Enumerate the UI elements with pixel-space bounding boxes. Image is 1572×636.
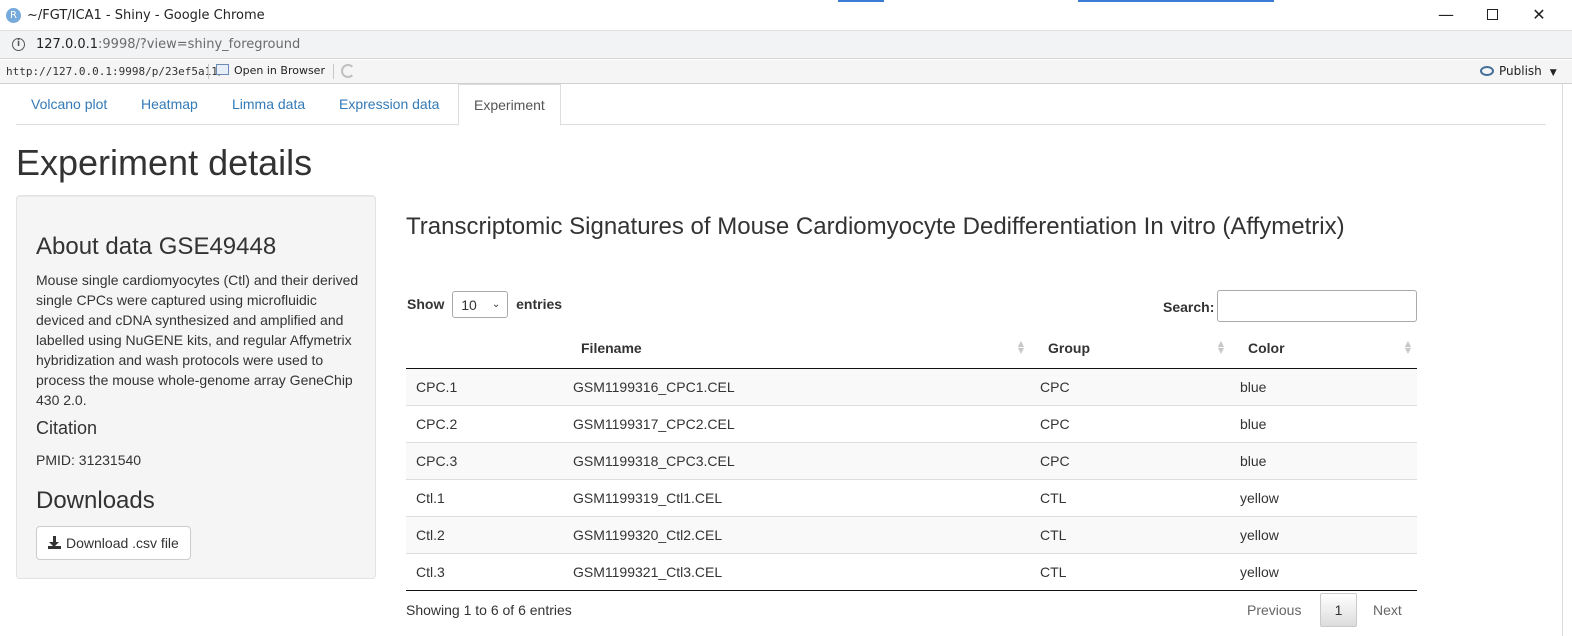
toolbar-divider [208,64,209,79]
publish-button[interactable]: Publish ▼ [1480,64,1557,78]
r-app-icon: R [6,8,21,23]
sidebar-panel: About data GSE49448 Mouse single cardiom… [16,195,376,579]
table-row[interactable]: CPC.2 GSM1199317_CPC2.CEL CPC blue [406,404,1417,442]
table-cell: GSM1199317_CPC2.CEL [563,404,1030,442]
minimize-button[interactable]: — [1434,4,1458,26]
table-row[interactable]: Ctl.3 GSM1199321_Ctl3.CEL CTL yellow [406,552,1417,591]
toolbar-divider [333,64,334,79]
chevron-down-icon: ▼ [1549,68,1557,78]
table-cell: CPC.3 [406,441,563,479]
column-header-filename[interactable]: Filename ▲ ▼ [563,328,1030,369]
open-in-browser-button[interactable]: Open in Browser [216,64,325,77]
table-cell: blue [1230,368,1417,405]
table-cell: CPC.2 [406,404,563,442]
site-info-icon[interactable]: i [12,38,25,51]
table-cell: Ctl.3 [406,552,563,591]
table-cell: GSM1199318_CPC3.CEL [563,441,1030,479]
citation-heading: Citation [36,418,98,438]
table-cell: CTL [1030,515,1230,553]
tab-heatmap[interactable]: Heatmap [126,84,213,125]
table-cell: yellow [1230,515,1417,553]
pagination-next[interactable]: Next [1373,602,1402,618]
sort-icon: ▲ ▼ [1404,339,1411,355]
downloads-heading: Downloads [36,487,155,514]
column-header-group[interactable]: Group ▲ ▼ [1030,328,1230,369]
download-icon [48,536,61,549]
table-row[interactable]: CPC.3 GSM1199318_CPC3.CEL CPC blue [406,441,1417,479]
window-titlebar: R ~/FGT/ICA1 - Shiny - Google Chrome — ✕ [0,0,1572,31]
column-header-rowname[interactable] [406,328,563,369]
chevron-down-icon: ⌄ [491,299,501,310]
viewer-toolbar: http://127.0.0.1:9998/p/23ef5a11/ Open i… [0,60,1572,84]
taskbar-highlight [1078,0,1274,2]
download-csv-label: Download .csv file [66,535,179,551]
entries-select[interactable]: 10 ⌄ [452,291,509,318]
length-show-label: Show [407,296,445,312]
table-row[interactable]: Ctl.2 GSM1199320_Ctl2.CEL CTL yellow [406,515,1417,553]
sort-icon: ▲ ▼ [1017,339,1024,355]
table-cell: Ctl.2 [406,515,563,553]
experiment-table: Filename ▲ ▼ Group ▲ ▼ Color ▲ ▼ CPC.1 GSM1199… [406,328,1417,591]
column-header-color[interactable]: Color ▲ ▼ [1230,328,1417,369]
table-cell: yellow [1230,478,1417,516]
table-cell: CPC [1030,404,1230,442]
publish-label: Publish [1499,64,1542,78]
open-in-browser-label: Open in Browser [234,64,325,77]
sort-icon: ▲ ▼ [1217,339,1224,355]
tab-volcano-plot[interactable]: Volcano plot [16,84,122,125]
table-info: Showing 1 to 6 of 6 entries [406,602,572,618]
tab-expression-data[interactable]: Expression data [324,84,454,125]
table-row[interactable]: CPC.1 GSM1199316_CPC1.CEL CPC blue [406,368,1417,405]
url-host: 127.0.0.1 [36,37,99,52]
length-entries-label: entries [516,296,563,312]
table-row[interactable]: Ctl.1 GSM1199319_Ctl1.CEL CTL yellow [406,478,1417,516]
url-path: :9998/?view=shiny_foreground [98,37,301,52]
publish-icon [1480,66,1494,76]
taskbar-highlight [838,0,884,2]
maximize-icon [1486,8,1498,20]
close-button[interactable]: ✕ [1527,4,1551,26]
viewer-url: http://127.0.0.1:9998/p/23ef5a11/ [6,65,225,78]
browser-window-icon [216,64,229,75]
address-bar[interactable]: i 127.0.0.1:9998/?view=shiny_foreground [0,31,1572,59]
pmid-text: PMID: 31231540 [36,452,142,468]
search-label: Search: [1163,299,1215,315]
table-cell: GSM1199321_Ctl3.CEL [563,552,1030,591]
table-cell: CTL [1030,478,1230,516]
about-description: Mouse single cardiomyocytes (Ctl) and th… [36,272,359,408]
address-url[interactable]: 127.0.0.1:9998/?view=shiny_foreground [36,37,300,52]
maximize-button[interactable] [1480,4,1504,26]
download-csv-button[interactable]: Download .csv file [36,526,191,560]
table-cell: GSM1199316_CPC1.CEL [563,368,1030,405]
pagination-previous[interactable]: Previous [1247,602,1301,618]
table-header-row: Filename ▲ ▼ Group ▲ ▼ Color ▲ ▼ [406,328,1417,369]
table-cell: CTL [1030,552,1230,591]
table-cell: yellow [1230,552,1417,591]
search-input[interactable] [1217,290,1417,322]
table-cell: GSM1199320_Ctl2.CEL [563,515,1030,553]
table-cell: CPC [1030,441,1230,479]
table-cell: CPC.1 [406,368,563,405]
entries-select-value: 10 [461,297,477,313]
tab-experiment[interactable]: Experiment [458,84,561,126]
about-heading: About data GSE49448 [36,233,277,260]
nav-tabs: Volcano plot Heatmap Limma data Expressi… [16,84,1546,126]
pagination-page-1[interactable]: 1 [1320,593,1357,627]
entries-length-control: Show 10 ⌄ entries [407,291,562,318]
scrollbar-track[interactable] [1562,84,1572,636]
refresh-icon[interactable] [341,64,355,78]
experiment-title: Transcriptomic Signatures of Mouse Cardi… [406,213,1345,240]
table-cell: blue [1230,441,1417,479]
window-title: ~/FGT/ICA1 - Shiny - Google Chrome [27,8,265,23]
table-cell: Ctl.1 [406,478,563,516]
table-cell: GSM1199319_Ctl1.CEL [563,478,1030,516]
table-cell: blue [1230,404,1417,442]
page-title: Experiment details [16,142,313,183]
tab-limma-data[interactable]: Limma data [217,84,320,125]
table-cell: CPC [1030,368,1230,405]
